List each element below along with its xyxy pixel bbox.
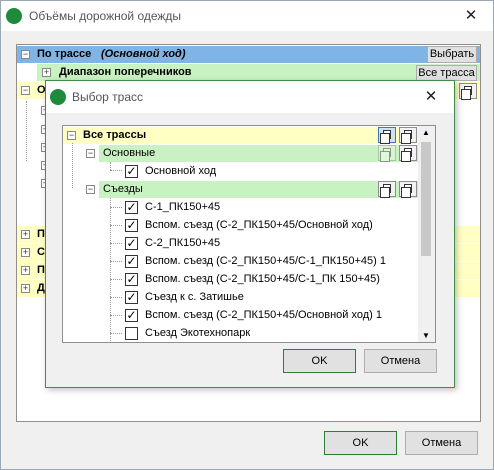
checkbox-checked-icon[interactable]: ✓ [125,255,138,268]
checkbox-checked-icon[interactable]: ✓ [125,309,138,322]
group-label: Основные [103,147,156,159]
checkbox-checked-icon[interactable]: ✓ [125,165,138,178]
list-item[interactable]: ✓ С-1_ПК150+45 [123,199,413,216]
collapse-icon[interactable]: − [67,131,76,140]
expand-icon[interactable]: + [21,284,30,293]
group-row-main[interactable]: Основные [99,145,419,162]
expand-icon[interactable]: + [21,266,30,275]
collapse-icon[interactable]: − [21,86,30,95]
group-row-exits[interactable]: Съезды [99,181,419,198]
route-select-dialog: Выбор трасс ✕ − Все трассы − Основные ✓ … [45,80,455,388]
expand-icon[interactable]: + [21,248,30,257]
copy-icon[interactable] [399,145,417,162]
list-item[interactable]: ✓ Основной ход [123,163,303,180]
list-item[interactable]: ✓ Вспом. съезд (С-2_ПК150+45/С-1_ПК 150+4… [123,271,413,288]
item-label: Вспом. съезд (С-2_ПК150+45/С-1_ПК 150+45… [145,273,380,285]
select-all-icon[interactable] [378,127,396,144]
dialog-title: Выбор трасс [72,90,144,104]
window-title: Объёмы дорожной одежды [29,9,182,23]
ok-button[interactable]: OK [324,431,397,455]
checkbox-checked-icon[interactable]: ✓ [125,291,138,304]
item-label: Съезд к с. Затишье [145,291,244,303]
item-label: С-2_ПК150+45 [145,237,221,249]
app-logo-icon [50,89,66,105]
app-logo-icon [6,8,22,24]
all-routes-button[interactable]: Все трасса [416,65,477,81]
dialog-ok-button[interactable]: OK [283,349,356,373]
copy-icon[interactable] [399,181,417,198]
item-label: С-1_ПК150+45 [145,201,221,213]
collapse-icon[interactable]: − [86,149,95,158]
item-label: Вспом. съезд (С-2_ПК150+45/Основной ход)… [145,309,382,321]
list-item[interactable]: ✓ Съезд к с. Затишье [123,289,413,306]
checkbox-checked-icon[interactable]: ✓ [125,237,138,250]
section-label: С [37,246,45,258]
range-label: Диапазон поперечников [59,66,192,78]
section-label: Д [37,282,45,294]
route-label: По трассе [37,48,92,60]
copy-icon[interactable] [399,127,417,144]
scrollbar[interactable]: ▲ ▼ [418,126,435,342]
list-item[interactable]: ✓ Вспом. съезд (С-2_ПК150+45/Основной ход… [123,217,413,234]
select-all-icon [378,145,396,162]
collapse-icon[interactable]: − [21,50,30,59]
list-item[interactable]: ✓ Вспом. съезд (С-2_ПК150+45/С-1_ПК150+45… [123,253,413,270]
tree-root-row[interactable]: − Все трассы [63,127,419,144]
select-all-icon[interactable] [378,181,396,198]
item-label: Вспом. съезд (С-2_ПК150+45/С-1_ПК150+45)… [145,255,387,267]
checkbox-checked-icon[interactable]: ✓ [125,273,138,286]
item-label: Вспом. съезд (С-2_ПК150+45/Основной ход) [145,219,373,231]
scroll-thumb[interactable] [421,142,431,256]
close-icon[interactable]: ✕ [422,88,440,106]
list-item[interactable]: Съезд Экотехнопарк [123,325,413,342]
list-item[interactable]: ✓ Вспом. съезд (С-2_ПК150+45/Основной ход… [123,307,413,324]
close-icon[interactable]: ✕ [462,7,480,25]
tree-root-label: Все трассы [83,129,147,141]
dialog-cancel-button[interactable]: Отмена [364,349,437,373]
section-label: П [37,228,45,240]
checkbox-checked-icon[interactable]: ✓ [125,201,138,214]
copy-icon[interactable] [459,83,477,100]
select-button[interactable]: Выбрать [427,46,477,63]
checkbox-icon[interactable] [125,327,138,340]
collapse-icon[interactable]: − [86,185,95,194]
section-label: П [37,264,45,276]
expand-icon[interactable]: + [42,68,51,77]
route-row[interactable]: − По трассе (Основной ход) [17,46,480,63]
dialog-titlebar: Выбор трасс ✕ [46,81,454,113]
item-label: Съезд Экотехнопарк [145,327,251,339]
window-titlebar: Объёмы дорожной одежды ✕ [1,1,493,31]
checkbox-checked-icon[interactable]: ✓ [125,219,138,232]
expand-icon[interactable]: + [21,230,30,239]
route-tree: − Все трассы − Основные ✓ Основной ход −… [62,125,436,343]
scroll-down-icon[interactable]: ▼ [422,331,430,340]
item-label: Основной ход [145,165,217,177]
range-row[interactable]: + Диапазон поперечников [37,64,480,81]
group-label: Съезды [103,183,143,195]
cancel-button[interactable]: Отмена [405,431,478,455]
scroll-up-icon[interactable]: ▲ [422,128,430,137]
list-item[interactable]: ✓ С-2_ПК150+45 [123,235,413,252]
route-sublabel: (Основной ход) [101,48,186,60]
